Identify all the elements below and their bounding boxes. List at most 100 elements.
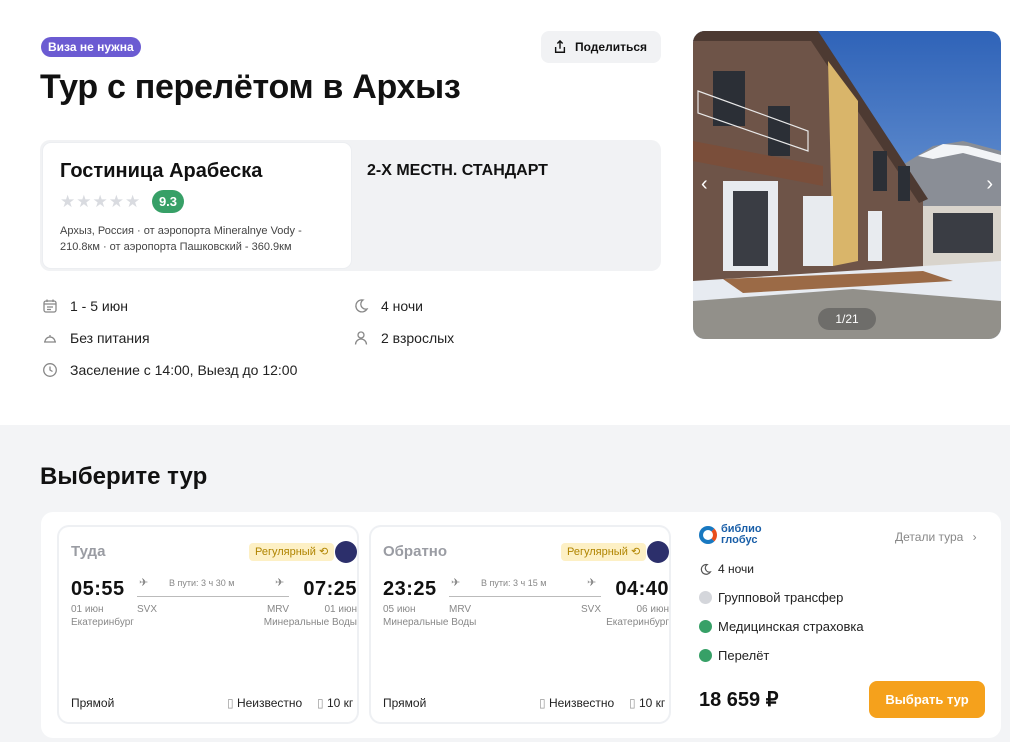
service-flight: Перелёт [699, 648, 769, 663]
agency-logo-mark [699, 526, 717, 544]
meals-text: Без питания [70, 330, 150, 346]
history-icon: ⟲ [318, 546, 329, 558]
clock-icon [43, 363, 57, 377]
info-dates: 1 - 5 июн [42, 298, 128, 314]
star-icon: ★ [60, 192, 76, 211]
baggage-info: ▯ 10 кг [629, 696, 665, 710]
photo-counter: 1/21 [818, 308, 876, 330]
airline-logo [647, 541, 669, 563]
regular-badge: Регулярный ⟲ [561, 543, 647, 561]
choose-tour-button[interactable]: Выбрать тур [869, 681, 985, 718]
flight-outbound[interactable]: Туда Регулярный ⟲ 05:55 07:25 ✈ В пути: … [59, 527, 357, 722]
info-meals: Без питания [42, 330, 150, 346]
arrival-time: 04:40 [615, 578, 669, 600]
departure-city: Минеральные Воды [383, 617, 477, 628]
star-icon: ★ [125, 192, 141, 211]
regular-badge-label: Регулярный [567, 546, 628, 558]
person-icon [354, 331, 368, 345]
flight-direction-label: Туда [71, 543, 106, 560]
landing-icon: ✈ [587, 577, 597, 589]
moon-icon [355, 299, 369, 313]
arrival-city: Минеральные Воды [263, 617, 357, 628]
luggage-info: ▯ Неизвестно [539, 696, 614, 710]
bag-icon: ▯ [629, 696, 636, 710]
flight-route-line [449, 596, 601, 597]
check-icon [699, 649, 712, 662]
moon-icon [700, 563, 712, 575]
service-label: Перелёт [718, 648, 770, 663]
departure-code: MRV [449, 604, 472, 615]
hotel-location: Архыз, Россия · от аэропорта Mineralnye … [60, 223, 345, 255]
agency-nights-text: 4 ночи [718, 562, 754, 576]
suitcase-icon: ▯ [227, 696, 234, 710]
calendar-icon [43, 299, 57, 313]
chevron-right-icon[interactable]: › [986, 174, 993, 194]
agency-nights: 4 ночи [699, 562, 754, 576]
flight-type: Прямой [383, 696, 427, 710]
hotel-photo-gallery[interactable]: ‹ › 1/21 [693, 31, 1001, 339]
agency-name: библио глобус [721, 524, 762, 546]
departure-city: Екатеринбург [71, 617, 134, 628]
hotel-card: Гостиница Арабеска ★ ★ ★ ★ ★ 9.3 Архыз, … [40, 140, 661, 271]
guests-text: 2 взрослых [381, 330, 455, 346]
page-title: Тур с перелётом в Архыз [40, 68, 461, 106]
landing-icon: ✈ [275, 577, 285, 589]
service-transfer: Групповой трансфер [699, 590, 843, 605]
service-insurance: Медицинская страховка [699, 619, 864, 634]
regular-badge-label: Регулярный [255, 546, 316, 558]
hotel-location-line1: Архыз, Россия · от аэропорта Mineralnye … [60, 225, 302, 237]
star-icon: ★ [92, 192, 108, 211]
luggage-text: Неизвестно [236, 696, 303, 710]
takeoff-icon: ✈ [139, 577, 149, 589]
chevron-right-icon: › [972, 530, 977, 544]
tour-details-link[interactable]: Детали тура › [895, 530, 977, 544]
nights-text: 4 ночи [381, 298, 423, 314]
room-type: 2-Х МЕСТН. СТАНДАРТ [367, 162, 548, 179]
arrival-date: 01 июн [324, 604, 357, 615]
departure-date: 05 июн [383, 604, 416, 615]
chevron-left-icon[interactable]: ‹ [701, 174, 708, 194]
info-nights: 4 ночи [353, 298, 423, 314]
hotel-name[interactable]: Гостиница Арабеска [60, 160, 262, 183]
dish-icon [44, 335, 56, 343]
hotel-info-panel[interactable]: Гостиница Арабеска ★ ★ ★ ★ ★ 9.3 Архыз, … [43, 143, 351, 268]
flight-type: Прямой [71, 696, 115, 710]
flight-route-line [137, 596, 289, 597]
agency-logo: библио глобус [699, 524, 762, 546]
flight-return[interactable]: Обратно Регулярный ⟲ 23:25 04:40 ✈ В пут… [371, 527, 669, 722]
arrival-code: SVX [580, 604, 601, 615]
service-label: Медицинская страховка [718, 619, 864, 634]
history-icon: ⟲ [630, 546, 641, 558]
agency-name-line2: глобус [721, 534, 758, 546]
departure-date: 01 июн [71, 604, 104, 615]
regular-badge: Регулярный ⟲ [249, 543, 335, 561]
visa-badge: Виза не нужна [41, 37, 141, 57]
arrival-code: MRV [266, 604, 289, 615]
details-label: Детали тура [895, 530, 964, 544]
luggage-info: ▯ Неизвестно [227, 696, 302, 710]
arrival-time: 07:25 [303, 578, 357, 600]
hotel-stars: ★ ★ ★ ★ ★ [60, 192, 140, 212]
service-label: Групповой трансфер [718, 590, 844, 605]
share-icon [554, 40, 566, 53]
rating-badge: 9.3 [152, 190, 184, 213]
suitcase-icon: ▯ [539, 696, 546, 710]
info-checkin: Заселение с 14:00, Выезд до 12:00 [42, 362, 297, 378]
star-icon: ★ [108, 192, 124, 211]
checkin-text: Заселение с 14:00, Выезд до 12:00 [70, 362, 298, 378]
hotel-location-line2: 210.8км · от аэропорта Пашковский - 360.… [60, 241, 292, 253]
not-included-icon [699, 591, 712, 604]
flight-duration: В пути: 3 ч 15 м [481, 578, 547, 588]
airline-logo [335, 541, 357, 563]
departure-time: 05:55 [71, 578, 125, 600]
dates-text: 1 - 5 июн [70, 298, 128, 314]
share-button[interactable]: Поделиться [541, 31, 661, 63]
baggage-text: 10 кг [326, 696, 354, 710]
departure-time: 23:25 [383, 578, 437, 600]
baggage-info: ▯ 10 кг [317, 696, 353, 710]
luggage-text: Неизвестно [548, 696, 615, 710]
flight-duration: В пути: 3 ч 30 м [169, 578, 235, 588]
star-icon: ★ [76, 192, 92, 211]
bag-icon: ▯ [317, 696, 324, 710]
hotel-photo [693, 31, 1001, 339]
